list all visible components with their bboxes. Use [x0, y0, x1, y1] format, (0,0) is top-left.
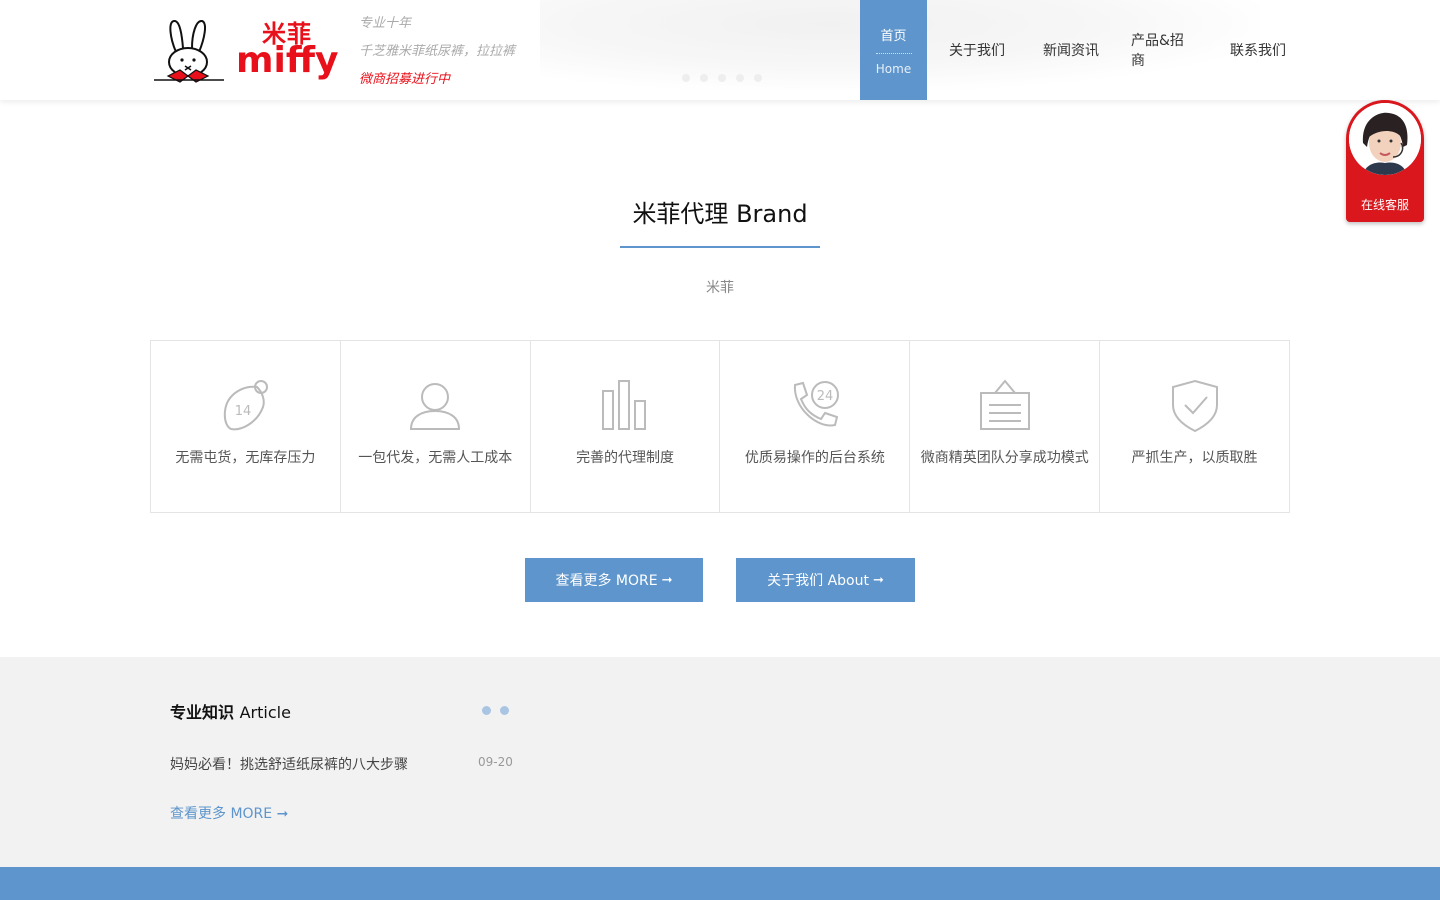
online-service-widget[interactable]: 在线客服	[1346, 100, 1424, 222]
brand-title-underline	[620, 246, 820, 248]
article-view-more-label: 查看更多 MORE	[170, 806, 273, 822]
about-us-button[interactable]: 关于我们 About ➞	[736, 558, 915, 602]
feature-text: 微商精英团队分享成功模式	[920, 450, 1089, 466]
radish-14-icon: 14	[224, 380, 269, 431]
about-us-label: 关于我们 About	[767, 573, 869, 589]
nav-products[interactable]: 产品&招商	[1115, 0, 1213, 100]
service-agent-avatar	[1349, 103, 1421, 175]
tagline-2: 千芝雅米菲纸尿裤，拉拉裤	[359, 44, 516, 59]
article-section: 专业知识 Article 妈妈必看！挑选舒适纸尿裤的八大步骤 09-20 查看更…	[0, 657, 1440, 867]
bar-chart-icon	[602, 380, 647, 430]
feature-text: 完善的代理制度	[576, 450, 675, 466]
main-nav: 首页 Home 关于我们 新闻资讯 产品&招商 联系我们	[860, 0, 1303, 100]
pager-dot[interactable]	[482, 706, 491, 715]
nav-about[interactable]: 关于我们	[927, 0, 1027, 100]
view-more-label: 查看更多 MORE	[555, 573, 658, 589]
feature-card[interactable]: 14 无需屯货，无库存压力	[151, 341, 341, 512]
feature-card[interactable]: 微商精英团队分享成功模式	[910, 341, 1101, 512]
feature-text: 无需屯货，无库存压力	[175, 450, 316, 466]
article-link[interactable]: 妈妈必看！挑选舒适纸尿裤的八大步骤	[170, 754, 408, 774]
article-section-title: 专业知识 Article	[170, 699, 291, 723]
feature-card[interactable]: 一包代发，无需人工成本	[341, 341, 531, 512]
service-label: 在线客服	[1360, 198, 1409, 212]
arrow-right-icon: ➞	[661, 572, 673, 588]
article-title-en: Article	[239, 703, 291, 722]
nav-contact[interactable]: 联系我们	[1213, 0, 1303, 100]
article-title-cn: 专业知识	[170, 703, 235, 722]
footer-bar	[0, 867, 1440, 900]
phone-24-icon: 24	[793, 381, 839, 427]
nav-news[interactable]: 新闻资讯	[1027, 0, 1115, 100]
miffy-bunny-icon	[154, 20, 224, 83]
feature-text: 优质易操作的后台系统	[744, 450, 885, 466]
nav-home[interactable]: 首页 Home	[860, 0, 927, 100]
tagline-3: 微商招募进行中	[359, 72, 451, 87]
nav-home-divider	[875, 52, 912, 54]
user-icon	[410, 383, 461, 430]
logo-text-en: miffy	[236, 40, 339, 81]
pager-dot[interactable]	[500, 706, 509, 715]
feature-text: 一包代发，无需人工成本	[358, 450, 513, 466]
phone-badge: 24	[817, 389, 834, 404]
radish-badge: 14	[235, 404, 252, 419]
article-pager-dots	[482, 706, 509, 715]
arrow-right-icon: ➞	[872, 572, 884, 588]
article-view-more-link[interactable]: 查看更多 MORE ➞	[170, 803, 288, 823]
banner-dots	[682, 74, 762, 82]
shield-check-icon	[1171, 379, 1218, 433]
brand-subtitle: 米菲	[706, 280, 734, 296]
site-header: 米菲 miffy 专业十年 千芝雅米菲纸尿裤，拉拉裤 微商招募进行中 首页 Ho…	[0, 0, 1440, 100]
feature-card[interactable]: 完善的代理制度	[531, 341, 721, 512]
article-date: 09-20	[478, 755, 513, 769]
nav-home-label-cn: 首页	[880, 28, 907, 44]
feature-text: 严抓生产，以质取胜	[1131, 450, 1258, 466]
feature-card[interactable]: 24 优质易操作的后台系统	[720, 341, 911, 512]
brand-title: 米菲代理 Brand	[632, 200, 808, 228]
feature-grid: 14 无需屯货，无库存压力 一包代发，无需人工成本 完善的代理制度 24 优质易…	[150, 340, 1290, 513]
view-more-button[interactable]: 查看更多 MORE ➞	[525, 558, 703, 602]
tagline-1: 专业十年	[359, 16, 412, 31]
notice-board-icon	[979, 379, 1030, 430]
arrow-right-icon: ➞	[276, 806, 289, 822]
feature-card[interactable]: 严抓生产，以质取胜	[1100, 341, 1289, 512]
nav-home-label-en: Home	[875, 61, 912, 76]
